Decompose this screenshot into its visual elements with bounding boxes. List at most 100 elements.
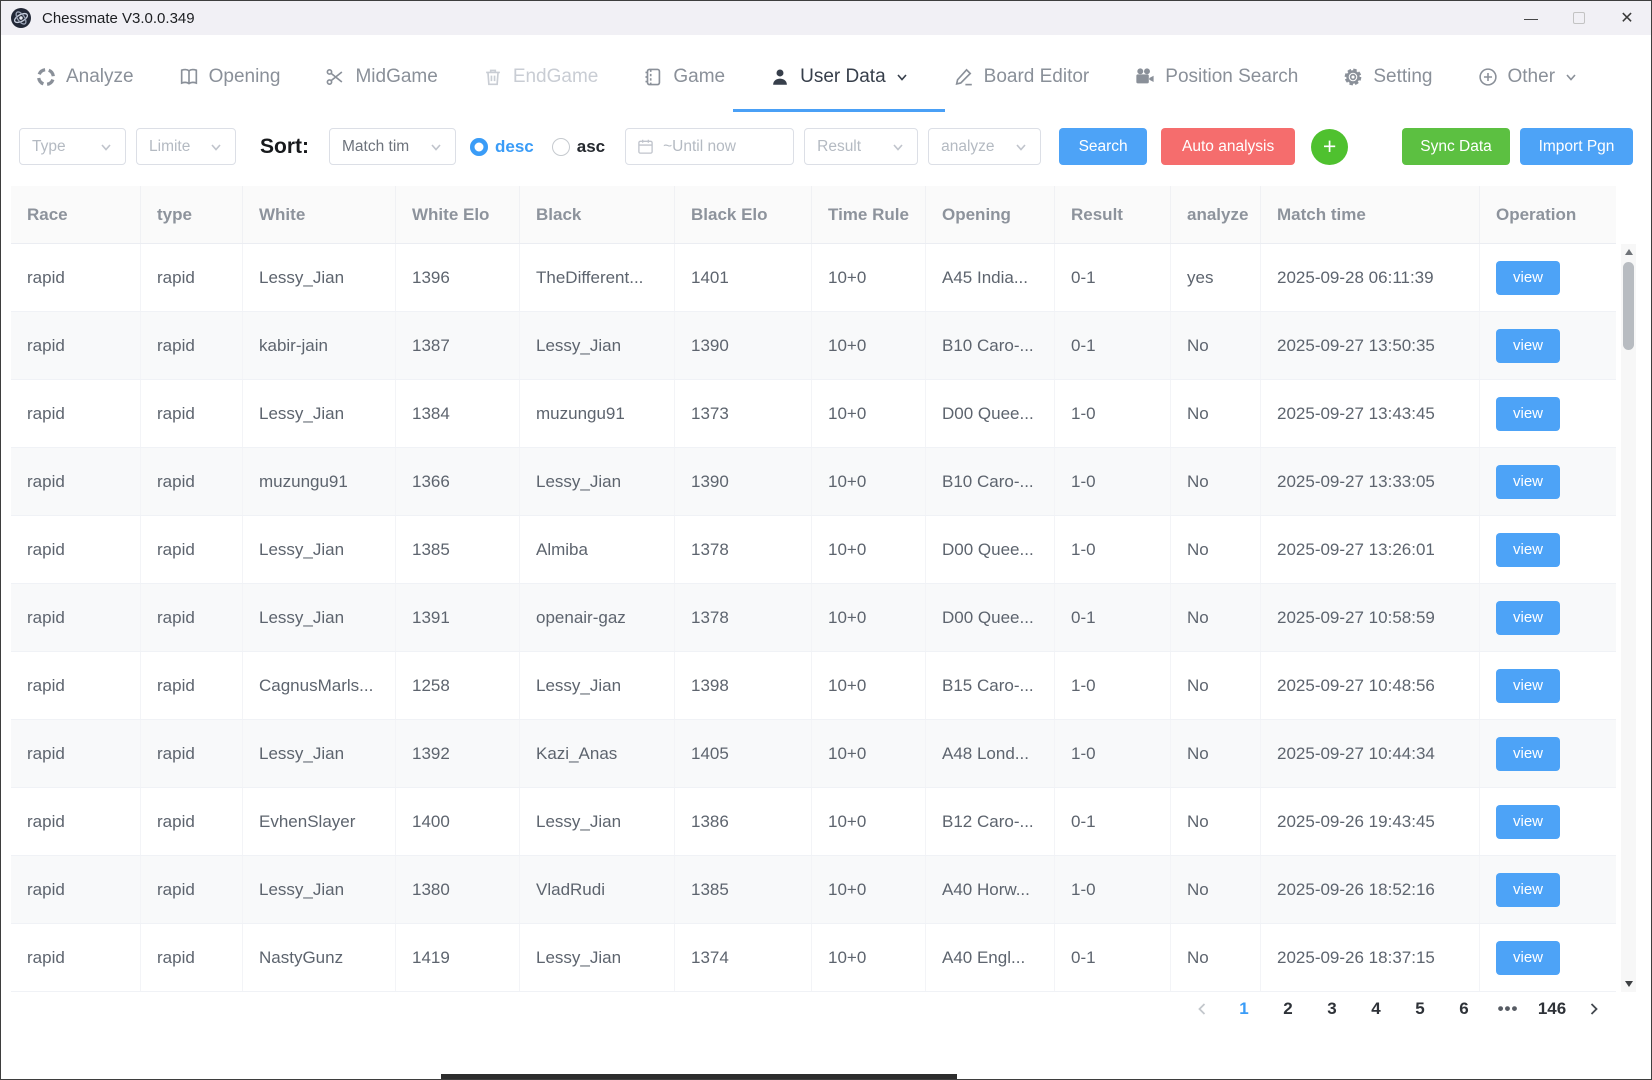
auto-analysis-button[interactable]: Auto analysis bbox=[1161, 128, 1295, 165]
type-select[interactable]: Type bbox=[19, 128, 126, 165]
analyze-select[interactable]: analyze bbox=[928, 128, 1041, 165]
view-button[interactable]: view bbox=[1496, 397, 1560, 431]
result-select[interactable]: Result bbox=[804, 128, 918, 165]
column-header-result: Result bbox=[1055, 186, 1171, 243]
table-scrollbar[interactable] bbox=[1621, 244, 1636, 992]
view-button[interactable]: view bbox=[1496, 669, 1560, 703]
cell-white: EvhenSlayer bbox=[243, 788, 396, 855]
view-button[interactable]: view bbox=[1496, 465, 1560, 499]
view-button[interactable]: view bbox=[1496, 533, 1560, 567]
cell-black_elo: 1386 bbox=[675, 788, 812, 855]
cell-operation: view bbox=[1480, 244, 1616, 311]
cell-match_time: 2025-09-27 13:43:45 bbox=[1261, 380, 1480, 447]
column-header-analyze: analyze bbox=[1171, 186, 1261, 243]
app-window: Chessmate V3.0.0.349 — ✕ Analyze Opening… bbox=[0, 0, 1652, 1080]
cell-type: rapid bbox=[141, 244, 243, 311]
nav-item-position-search[interactable]: Position Search bbox=[1133, 65, 1298, 88]
page-button-2[interactable]: 2 bbox=[1271, 992, 1305, 1026]
page-button-6[interactable]: 6 bbox=[1447, 992, 1481, 1026]
taskbar-edge bbox=[441, 1074, 957, 1079]
sort-desc-option[interactable]: desc bbox=[470, 137, 534, 157]
add-button[interactable]: + bbox=[1311, 129, 1348, 165]
view-button[interactable]: view bbox=[1496, 261, 1560, 295]
nav-item-analyze[interactable]: Analyze bbox=[35, 66, 134, 88]
page-button-3[interactable]: 3 bbox=[1315, 992, 1349, 1026]
main-nav: Analyze Opening MidGame EndGame Game Use… bbox=[1, 35, 1651, 127]
title-bar: Chessmate V3.0.0.349 — ✕ bbox=[1, 1, 1651, 35]
cell-operation: view bbox=[1480, 652, 1616, 719]
table-row: rapidrapidCagnusMarls...1258Lessy_Jian13… bbox=[11, 652, 1616, 720]
scroll-down-icon[interactable] bbox=[1621, 976, 1636, 992]
view-button[interactable]: view bbox=[1496, 329, 1560, 363]
view-button[interactable]: view bbox=[1496, 941, 1560, 975]
nav-item-game[interactable]: Game bbox=[642, 66, 725, 88]
view-button[interactable]: view bbox=[1496, 873, 1560, 907]
search-button[interactable]: Search bbox=[1059, 128, 1147, 165]
cell-white: Lessy_Jian bbox=[243, 720, 396, 787]
table-row: rapidrapidLessy_Jian1384muzungu91137310+… bbox=[11, 380, 1616, 448]
sort-field-select[interactable]: Match tim bbox=[329, 128, 456, 165]
cell-analyze: No bbox=[1171, 312, 1261, 379]
page-button-146[interactable]: 146 bbox=[1535, 992, 1569, 1026]
cell-result: 1-0 bbox=[1055, 448, 1171, 515]
cell-match_time: 2025-09-26 18:37:15 bbox=[1261, 924, 1480, 991]
scroll-up-icon[interactable] bbox=[1621, 244, 1636, 260]
cell-analyze: No bbox=[1171, 788, 1261, 855]
nav-item-endgame[interactable]: EndGame bbox=[482, 66, 599, 88]
cell-result: 0-1 bbox=[1055, 584, 1171, 651]
sort-asc-option[interactable]: asc bbox=[552, 137, 611, 157]
nav-item-board-editor[interactable]: Board Editor bbox=[953, 66, 1090, 88]
scrollbar-thumb[interactable] bbox=[1623, 262, 1634, 350]
page-button-1[interactable]: 1 bbox=[1227, 992, 1261, 1026]
table-row: rapidrapidNastyGunz1419Lessy_Jian137410+… bbox=[11, 924, 1616, 992]
cell-race: rapid bbox=[11, 244, 141, 311]
endgame-trash-icon bbox=[482, 66, 504, 88]
nav-item-user-data[interactable]: User Data bbox=[769, 66, 909, 88]
cell-white_elo: 1384 bbox=[396, 380, 520, 447]
next-page-button[interactable] bbox=[1579, 992, 1609, 1026]
cell-type: rapid bbox=[141, 312, 243, 379]
limit-select[interactable]: Limite bbox=[136, 128, 236, 165]
cell-time_rule: 10+0 bbox=[812, 652, 926, 719]
desc-radio[interactable] bbox=[470, 138, 488, 156]
import-pgn-button[interactable]: Import Pgn bbox=[1520, 128, 1633, 165]
cell-white_elo: 1392 bbox=[396, 720, 520, 787]
date-range-picker[interactable]: ~Until now bbox=[625, 128, 794, 165]
asc-radio[interactable] bbox=[552, 138, 570, 156]
table-row: rapidrapidmuzungu911366Lessy_Jian139010+… bbox=[11, 448, 1616, 516]
page-button-4[interactable]: 4 bbox=[1359, 992, 1393, 1026]
cell-white_elo: 1387 bbox=[396, 312, 520, 379]
prev-page-button[interactable] bbox=[1187, 992, 1217, 1026]
nav-item-setting[interactable]: Setting bbox=[1342, 66, 1432, 88]
view-button[interactable]: view bbox=[1496, 805, 1560, 839]
cell-opening: A40 Engl... bbox=[926, 924, 1055, 991]
pagination: 123456 ••• 146 bbox=[1187, 989, 1609, 1029]
cell-white_elo: 1366 bbox=[396, 448, 520, 515]
cell-type: rapid bbox=[141, 380, 243, 447]
chevron-right-icon bbox=[1586, 1001, 1602, 1017]
close-button[interactable]: ✕ bbox=[1603, 1, 1651, 35]
page-button-5[interactable]: 5 bbox=[1403, 992, 1437, 1026]
table-row: rapidrapidkabir-jain1387Lessy_Jian139010… bbox=[11, 312, 1616, 380]
cell-black: Lessy_Jian bbox=[520, 448, 675, 515]
app-title: Chessmate V3.0.0.349 bbox=[42, 10, 195, 27]
user-icon bbox=[769, 66, 791, 88]
maximize-button[interactable] bbox=[1555, 1, 1603, 35]
cell-black_elo: 1390 bbox=[675, 448, 812, 515]
view-button[interactable]: view bbox=[1496, 601, 1560, 635]
nav-item-midgame[interactable]: MidGame bbox=[324, 66, 437, 88]
table-header-row: RacetypeWhiteWhite EloBlackBlack EloTime… bbox=[11, 186, 1616, 244]
sort-label: Sort: bbox=[260, 135, 309, 159]
column-header-white: White bbox=[243, 186, 396, 243]
sync-data-button[interactable]: Sync Data bbox=[1402, 128, 1510, 165]
cell-race: rapid bbox=[11, 448, 141, 515]
view-button[interactable]: view bbox=[1496, 737, 1560, 771]
table-row: rapidrapidLessy_Jian1385Almiba137810+0D0… bbox=[11, 516, 1616, 584]
cell-analyze: No bbox=[1171, 720, 1261, 787]
minimize-button[interactable]: — bbox=[1507, 1, 1555, 35]
nav-item-other[interactable]: Other bbox=[1477, 66, 1579, 88]
cell-time_rule: 10+0 bbox=[812, 856, 926, 923]
cell-analyze: No bbox=[1171, 380, 1261, 447]
page-ellipsis: ••• bbox=[1491, 992, 1525, 1026]
nav-item-opening[interactable]: Opening bbox=[178, 66, 281, 88]
